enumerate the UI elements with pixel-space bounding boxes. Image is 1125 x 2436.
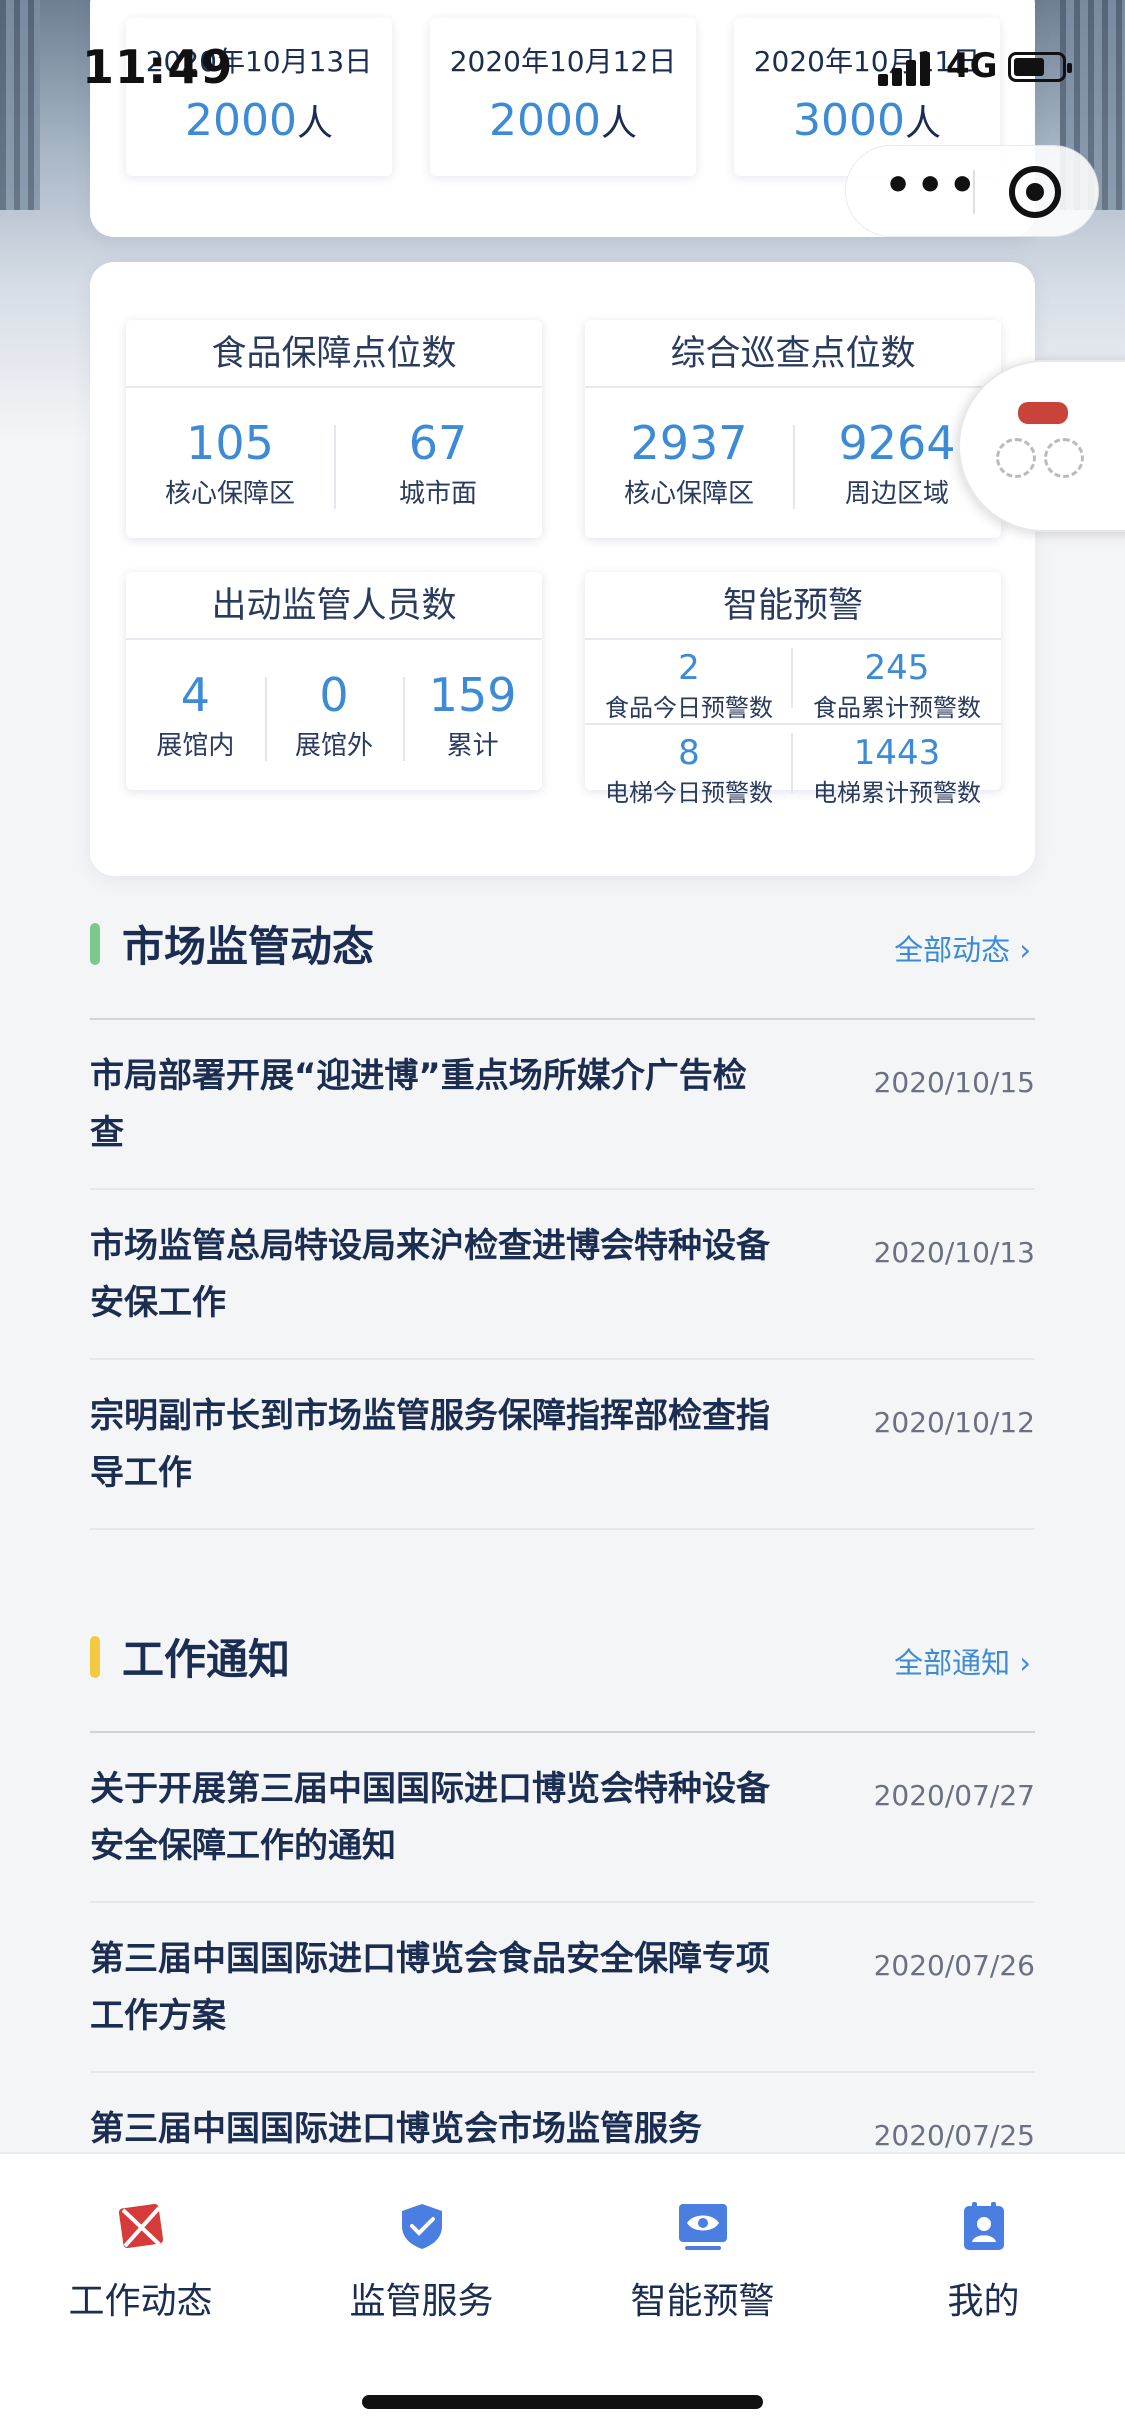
warning-label: 食品今日预警数 [605, 694, 773, 722]
notice-title: 第三届中国国际进口博览会食品安全保障专项工作方案 [90, 1939, 770, 2036]
tab-supervision-service[interactable]: 监管服务 [281, 2176, 562, 2326]
all-notices-link[interactable]: 全部通知 › [894, 1640, 1031, 1682]
stat-value: 67 [408, 415, 468, 470]
warning-label: 电梯今日预警数 [605, 779, 773, 807]
stat-title: 食品保障点位数 [126, 320, 542, 388]
section-accent-bar [90, 923, 100, 965]
warning-cell: 8 电梯今日预警数 [585, 725, 793, 808]
stat-cell: 0 展馆外 [264, 667, 404, 762]
tab-work-dynamics[interactable]: 工作动态 [0, 2176, 281, 2326]
notice-title: 第三届中国国际进口博览会市场监管服务 [90, 2109, 702, 2149]
battery-icon [1008, 52, 1072, 82]
signal-strength-icon [878, 52, 934, 86]
warning-value: 245 [864, 648, 930, 688]
stat-label: 展馆内 [156, 730, 235, 761]
more-options-icon[interactable]: ••• [884, 164, 978, 208]
network-type: 4G [946, 46, 998, 86]
patrol-points-box[interactable]: 综合巡查点位数 2937 核心保障区 9264 周边区域 [585, 320, 1001, 538]
tab-mine[interactable]: 我的 [843, 2176, 1124, 2326]
work-notices-header: 工作通知 全部通知 › [90, 1608, 1035, 1708]
warning-cell: 245 食品累计预警数 [793, 640, 1001, 725]
work-dynamics-icon [115, 2200, 167, 2252]
notice-item[interactable]: 第三届中国国际进口博览会食品安全保障专项工作方案 2020/07/26 [90, 1903, 1035, 2073]
warning-value: 1443 [853, 733, 941, 773]
section-title: 市场监管动态 [122, 922, 375, 971]
stat-title: 智能预警 [585, 572, 1001, 640]
badge-logo-icon [1018, 402, 1068, 424]
news-date: 2020/10/13 [873, 1236, 1035, 1269]
news-date: 2020/10/15 [873, 1066, 1035, 1099]
eye-monitor-icon [677, 2200, 729, 2252]
notice-date: 2020/07/26 [873, 1949, 1035, 1982]
warning-label: 电梯累计预警数 [813, 779, 981, 807]
news-date: 2020/10/12 [873, 1406, 1035, 1439]
stat-cell: 2937 核心保障区 [585, 417, 793, 510]
news-item[interactable]: 市局部署开展“迎进博”重点场所媒介广告检查 2020/10/15 [90, 1020, 1035, 1190]
close-mini-program-icon[interactable] [1009, 166, 1061, 218]
news-item[interactable]: 市场监管总局特设局来沪检查进博会特种设备安保工作 2020/10/13 [90, 1190, 1035, 1360]
status-bar: 11:49 4G [0, 0, 1125, 140]
home-indicator [362, 2395, 763, 2409]
badge-flower-icon [1044, 438, 1084, 478]
badge-flower-icon [996, 438, 1036, 478]
notice-date: 2020/07/27 [873, 1779, 1035, 1812]
stat-cell: 159 累计 [403, 669, 542, 762]
stat-value: 105 [186, 415, 274, 470]
tab-label: 工作动态 [68, 2281, 213, 2322]
status-time: 11:49 [82, 40, 234, 94]
tab-smart-warning[interactable]: 智能预警 [562, 2176, 843, 2326]
stat-value: 0 [319, 667, 349, 722]
tab-label: 智能预警 [630, 2281, 775, 2322]
news-title: 宗明副市长到市场监管服务保障指挥部检查指导工作 [90, 1396, 770, 1493]
stat-label: 展馆外 [295, 730, 374, 761]
market-news-header: 市场监管动态 全部动态 › [90, 895, 1035, 995]
stat-label: 城市面 [398, 478, 477, 509]
news-title: 市场监管总局特设局来沪检查进博会特种设备安保工作 [90, 1226, 770, 1323]
food-points-box[interactable]: 食品保障点位数 105 核心保障区 67 城市面 [126, 320, 542, 538]
shield-check-icon [396, 2200, 448, 2252]
all-news-link[interactable]: 全部动态 › [894, 927, 1031, 969]
staff-count-box[interactable]: 出动监管人员数 4 展馆内 0 展馆外 159 累计 [126, 572, 542, 790]
warning-cell: 1443 电梯累计预警数 [793, 725, 1001, 808]
bottom-tab-bar: 工作动态 监管服务 智能预警 我的 [0, 2152, 1125, 2436]
stat-cell: 67 城市面 [334, 417, 542, 510]
stat-cell: 4 展馆内 [126, 669, 265, 762]
warning-value: 8 [678, 733, 700, 773]
smart-warning-box[interactable]: 智能预警 2 食品今日预警数 245 食品累计预警数 8 电梯今日预警数 144… [585, 572, 1001, 807]
stats-card: 食品保障点位数 105 核心保障区 67 城市面 综合巡查点位数 2937 核心… [90, 262, 1035, 876]
mini-program-capsule: ••• [845, 145, 1099, 237]
tab-label: 我的 [947, 2281, 1020, 2322]
notice-date: 2020/07/25 [873, 2119, 1035, 2152]
warning-label: 食品累计预警数 [813, 694, 981, 722]
profile-card-icon [958, 2200, 1010, 2252]
news-title: 市局部署开展“迎进博”重点场所媒介广告检查 [90, 1056, 747, 1153]
stat-value: 4 [180, 667, 210, 722]
notice-item[interactable]: 关于开展第三届中国国际进口博览会特种设备安全保障工作的通知 2020/07/27 [90, 1733, 1035, 1903]
warning-value: 2 [678, 648, 700, 688]
capsule-divider [973, 170, 975, 214]
floating-badge[interactable] [958, 360, 1125, 532]
news-item[interactable]: 宗明副市长到市场监管服务保障指挥部检查指导工作 2020/10/12 [90, 1360, 1035, 1530]
section-title: 工作通知 [122, 1635, 291, 1684]
tab-label: 监管服务 [349, 2281, 494, 2322]
section-accent-bar [90, 1636, 100, 1678]
stat-title: 综合巡查点位数 [585, 320, 1001, 388]
notice-title: 关于开展第三届中国国际进口博览会特种设备安全保障工作的通知 [90, 1769, 770, 1866]
warning-cell: 2 食品今日预警数 [585, 640, 793, 725]
stat-cell: 105 核心保障区 [126, 417, 334, 510]
stat-value: 2937 [630, 415, 748, 470]
stat-title: 出动监管人员数 [126, 572, 542, 640]
stat-label: 核心保障区 [164, 478, 295, 509]
stat-value: 159 [428, 667, 517, 722]
stat-label: 累计 [446, 730, 499, 761]
stat-label: 核心保障区 [623, 478, 754, 509]
